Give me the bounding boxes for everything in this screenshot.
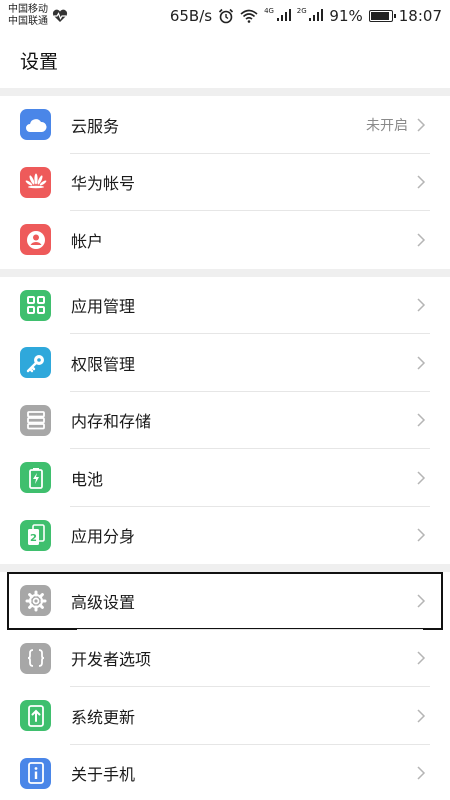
settings-item-label: 云服务 <box>71 116 120 136</box>
settings-item-permissions[interactable]: 权限管理 <box>0 334 450 392</box>
page-title: 设置 <box>20 50 59 73</box>
chevron-right-icon <box>417 471 426 485</box>
health-heart-icon <box>52 9 68 22</box>
settings-item-label: 系统更新 <box>71 707 136 727</box>
battery-icon <box>20 462 51 494</box>
section-divider <box>0 88 450 96</box>
battery-fill <box>370 12 389 20</box>
chevron-right-icon <box>417 651 426 665</box>
section-divider <box>0 564 450 572</box>
settings-item-app-twin[interactable]: 2 应用分身 <box>0 507 450 565</box>
carrier-info: 中国移动 中国联通 <box>8 4 48 28</box>
storage-icon <box>20 404 51 436</box>
settings-item-label: 高级设置 <box>71 592 136 612</box>
settings-item-system-update[interactable]: 系统更新 <box>0 687 450 745</box>
signal-2g: 2G <box>297 7 324 25</box>
chevron-right-icon <box>417 766 426 780</box>
chevron-right-icon <box>417 413 426 427</box>
settings-item-label: 应用管理 <box>71 297 136 317</box>
settings-item-developer[interactable]: 开发者选项 <box>0 630 450 688</box>
chevron-right-icon <box>417 118 426 132</box>
section-divider <box>0 268 450 277</box>
settings-item-cloud[interactable]: 云服务 未开启 <box>0 96 450 154</box>
battery-status-icon <box>368 10 396 22</box>
battery-percent: 91% <box>329 7 363 25</box>
settings-item-app-management[interactable]: 应用管理 <box>0 277 450 335</box>
settings-item-label: 应用分身 <box>71 527 136 547</box>
settings-item-label: 华为帐号 <box>71 174 136 194</box>
settings-item-label: 帐户 <box>71 231 104 251</box>
gear-icon <box>20 585 51 617</box>
settings-group-accounts: 云服务 未开启 华为帐号 帐户 <box>0 96 450 269</box>
status-bar: 中国移动 中国联通 65B/s 4G 2G 91% 18:07 <box>0 0 450 32</box>
person-icon <box>20 224 51 256</box>
chevron-right-icon <box>417 709 426 723</box>
chevron-right-icon <box>417 233 426 247</box>
signal-2g-label: 2G <box>296 7 307 15</box>
huawei-logo-icon <box>20 166 51 198</box>
settings-item-accounts[interactable]: 帐户 <box>0 211 450 269</box>
settings-item-label: 权限管理 <box>71 354 136 374</box>
settings-item-label: 内存和存储 <box>71 412 152 432</box>
update-arrow-icon <box>20 700 51 732</box>
alarm-icon <box>219 8 234 24</box>
settings-item-huawei-id[interactable]: 华为帐号 <box>0 154 450 212</box>
info-icon <box>20 757 51 789</box>
signal-4g: 4G <box>264 7 291 25</box>
signal-4g-label: 4G <box>264 7 274 15</box>
settings-item-label: 电池 <box>71 469 104 489</box>
chevron-right-icon <box>417 356 426 370</box>
clock: 18:07 <box>398 7 442 25</box>
chevron-right-icon <box>417 594 426 608</box>
settings-group-system: 高级设置 开发者选项 系统更新 关于手机 <box>0 572 450 800</box>
chevron-right-icon <box>417 298 426 312</box>
settings-item-label: 开发者选项 <box>71 650 152 670</box>
chevron-right-icon <box>417 528 426 542</box>
apps-grid-icon <box>20 289 51 321</box>
settings-item-storage[interactable]: 内存和存储 <box>0 392 450 450</box>
settings-item-battery[interactable]: 电池 <box>0 449 450 507</box>
chevron-right-icon <box>417 175 426 189</box>
carrier-1: 中国移动 <box>8 4 48 15</box>
settings-item-advanced[interactable]: 高级设置 <box>7 572 443 630</box>
cloud-icon <box>20 109 51 141</box>
signal-bars-icon <box>309 9 324 21</box>
svg-text:2: 2 <box>30 533 37 544</box>
settings-item-about-phone[interactable]: 关于手机 <box>0 745 450 800</box>
signal-bars-icon <box>276 9 291 21</box>
app-twin-icon: 2 <box>20 519 51 551</box>
settings-item-label: 关于手机 <box>71 765 136 785</box>
wifi-icon <box>240 9 258 23</box>
settings-item-value: 未开启 <box>366 117 408 134</box>
braces-icon <box>20 642 51 674</box>
net-speed: 65B/s <box>169 7 213 25</box>
settings-group-apps: 应用管理 权限管理 内存和存储 电池 2 应用分身 <box>0 276 450 565</box>
key-icon <box>20 347 51 379</box>
carrier-2: 中国联通 <box>8 16 48 27</box>
